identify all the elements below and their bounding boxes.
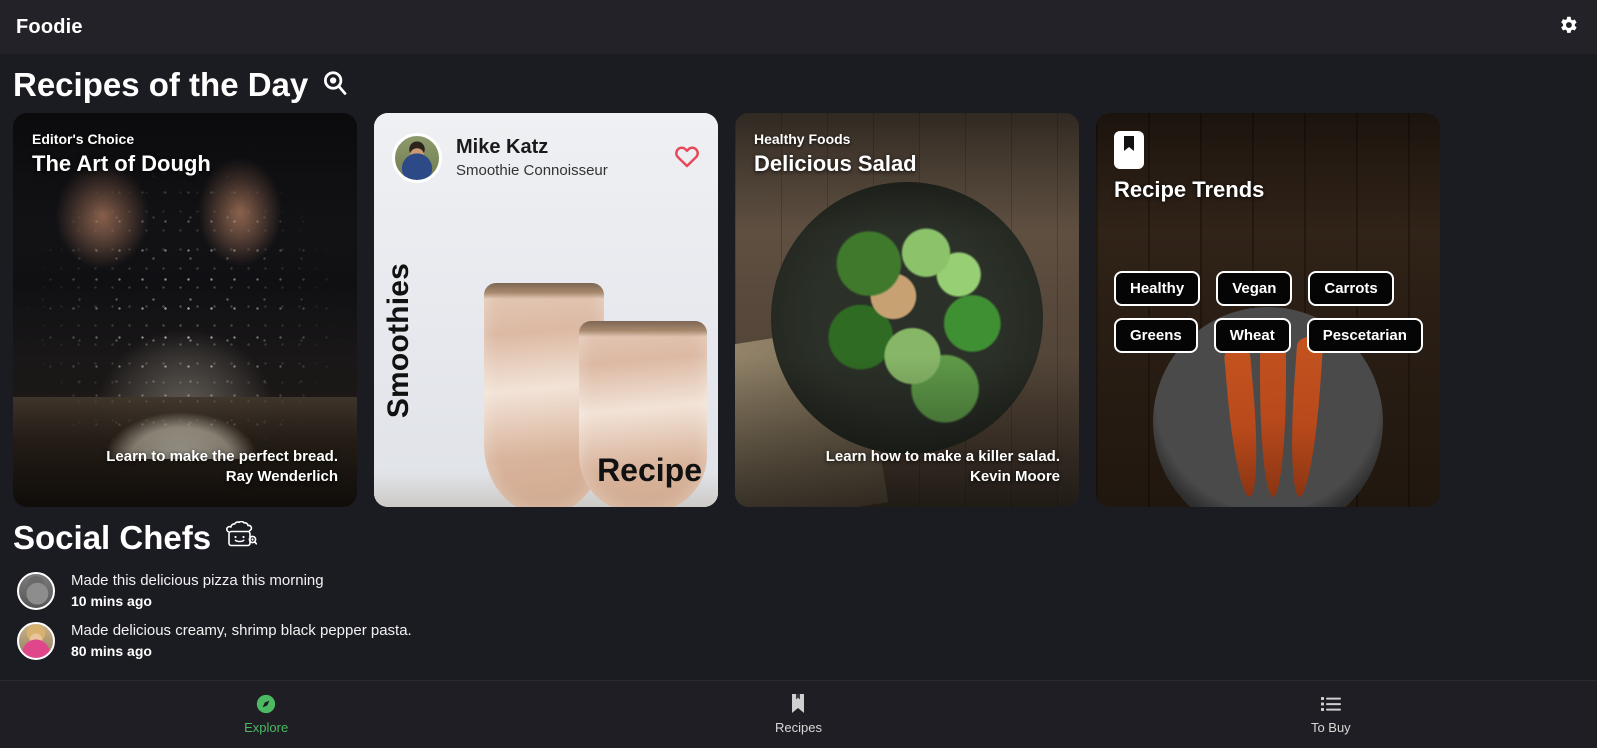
bottom-navigation-bar: Explore Recipes To Buy [0, 680, 1597, 748]
feed-message: Made this delicious pizza this morning [71, 572, 324, 590]
card-footer: Learn how to make a killer salad. Kevin … [826, 447, 1060, 487]
social-chefs-title: Social Chefs [13, 519, 212, 557]
chef-name-block: Mike Katz Smoothie Connoisseur [456, 135, 660, 181]
trend-tag[interactable]: Carrots [1308, 271, 1394, 306]
bookmark-icon [791, 694, 805, 714]
card-footer: Learn to make the perfect bread. Ray Wen… [106, 447, 338, 487]
chef-hat-icon [223, 520, 258, 556]
social-chefs-header: Social Chefs [0, 507, 1597, 566]
card-author: Kevin Moore [969, 468, 1060, 486]
list-item[interactable]: Made this delicious pizza this morning 1… [13, 566, 1584, 616]
card-kicker: Editor's Choice [32, 131, 135, 147]
recipe-card-smoothies[interactable]: Mike Katz Smoothie Connoisseur Smoothies… [374, 113, 718, 507]
nav-label-to-buy: To Buy [1310, 720, 1351, 735]
recipe-card-recipe-trends[interactable]: Recipe Trends Healthy Vegan Carrots Gree… [1096, 113, 1440, 507]
trend-tag[interactable]: Healthy [1114, 271, 1201, 306]
feed-text-block: Made this delicious pizza this morning 1… [71, 572, 324, 610]
trend-tag[interactable]: Vegan [1216, 271, 1293, 306]
chef-hat-button[interactable] [223, 520, 258, 556]
card-description: Learn how to make a killer salad. [825, 448, 1060, 466]
recipe-card-the-art-of-dough[interactable]: Editor's Choice The Art of Dough Learn t… [13, 113, 357, 507]
heart-outline-icon [674, 144, 700, 173]
social-chefs-feed: Made this delicious pizza this morning 1… [0, 566, 1597, 666]
recipe-action-label[interactable]: Recipe [597, 452, 702, 489]
card-title: Delicious Salad [754, 151, 917, 176]
avatar [17, 622, 55, 660]
trend-tag[interactable]: Wheat [1213, 318, 1291, 353]
trend-tag-list: Healthy Vegan Carrots Greens Wheat Pesce… [1114, 271, 1426, 353]
nav-tab-to-buy[interactable]: To Buy [1065, 694, 1597, 735]
card-title: The Art of Dough [32, 151, 211, 176]
feed-timestamp: 80 mins ago [71, 643, 152, 660]
nav-label-explore: Explore [244, 720, 289, 735]
card-top-scrim [1096, 113, 1440, 233]
feed-message: Made delicious creamy, shrimp black pepp… [71, 622, 412, 640]
trend-tag[interactable]: Pescetarian [1306, 318, 1423, 353]
trend-tag[interactable]: Greens [1114, 318, 1198, 353]
card-author: Ray Wenderlich [225, 468, 338, 486]
nav-tab-explore[interactable]: Explore [0, 694, 532, 735]
gear-icon [1557, 14, 1579, 41]
settings-button[interactable] [1555, 14, 1581, 40]
search-icon [320, 68, 350, 103]
favorite-button[interactable] [674, 145, 700, 171]
list-item[interactable]: Made delicious creamy, shrimp black pepp… [13, 616, 1584, 666]
feed-timestamp: 10 mins ago [71, 593, 152, 610]
card-category-label: Smoothies [382, 263, 415, 419]
nav-label-recipes: Recipes [775, 720, 822, 735]
recipe-cards-row: Editor's Choice The Art of Dough Learn t… [0, 113, 1597, 507]
app-title: Foodie [16, 15, 83, 38]
bookmark-icon [1123, 136, 1135, 157]
card-description: Learn to make the perfect bread. [106, 448, 338, 466]
bookmark-badge[interactable] [1114, 131, 1144, 169]
recipe-card-delicious-salad[interactable]: Healthy Foods Delicious Salad Learn how … [735, 113, 1079, 507]
search-button[interactable] [320, 68, 350, 103]
nav-tab-recipes[interactable]: Recipes [532, 694, 1064, 735]
page-title: Recipes of the Day [13, 66, 309, 104]
card-kicker: Healthy Foods [754, 131, 851, 147]
card-title: Recipe Trends [1114, 177, 1265, 202]
chef-header-row: Mike Katz Smoothie Connoisseur [392, 133, 700, 183]
compass-icon [256, 694, 276, 714]
avatar [392, 133, 442, 183]
feed-text-block: Made delicious creamy, shrimp black pepp… [71, 622, 412, 660]
list-icon [1320, 694, 1341, 714]
chef-role: Smoothie Connoisseur [456, 161, 608, 179]
app-topbar: Foodie [0, 0, 1597, 54]
avatar [17, 572, 55, 610]
chef-name: Mike Katz [456, 135, 549, 158]
recipes-of-the-day-header: Recipes of the Day [0, 54, 1597, 113]
